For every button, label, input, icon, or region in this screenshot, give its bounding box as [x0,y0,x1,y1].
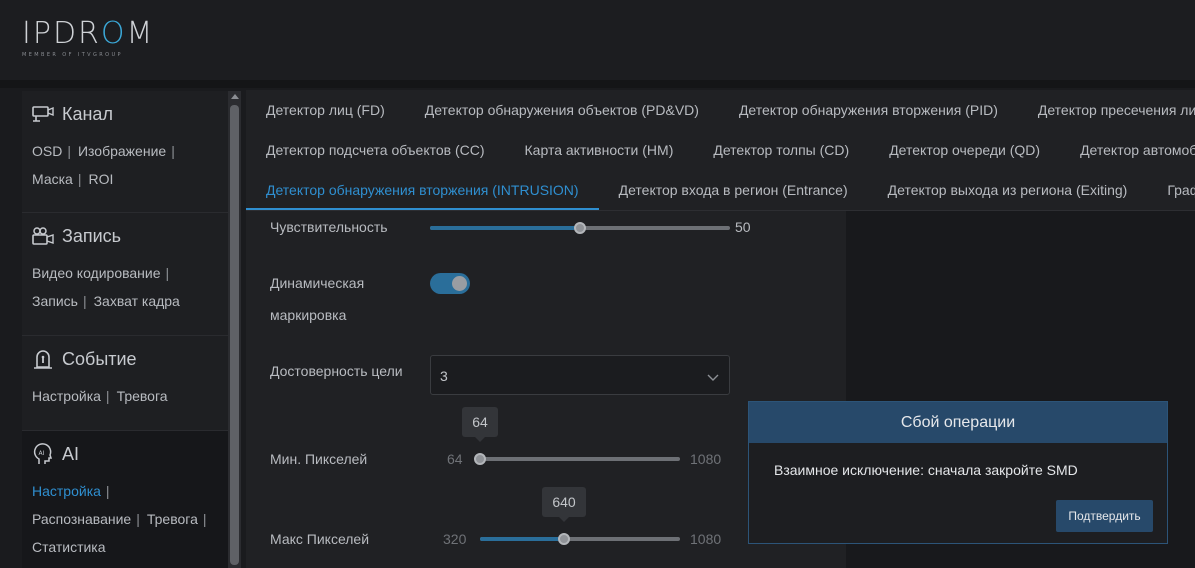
max-pixels-label: Макс Пикселей [270,531,370,547]
sensitivity-value: 50 [735,219,751,235]
sidebar-section-channel: Канал OSD | Изображение | Маска | ROI [22,91,228,213]
tab-intrusion-pid[interactable]: Детектор обнаружения вторжения (PID) [719,90,1018,130]
tab-row-1: Детектор лиц (FD) Детектор обнаружения о… [246,90,1195,130]
sidebar-link-osd[interactable]: OSD [32,143,62,159]
dynamic-marking-label-line1: Динамическая [270,275,365,291]
scroll-up-arrow-icon[interactable] [231,94,239,99]
dialog-message: Взаимное исключение: сначала закройте SM… [774,462,1078,478]
logo-tagline: MEMBER OF ITVGROUP [22,52,123,58]
detector-tabs: Детектор лиц (FD) Детектор обнаружения о… [246,90,1195,211]
sensitivity-slider-fill [430,226,580,230]
ai-head-icon: AI [32,443,54,465]
sidebar-title-channel: Канал [62,103,113,124]
tab-object-detector[interactable]: Детектор обнаружения объектов (PD&VD) [405,90,719,130]
max-pixels-slider-fill [480,537,565,541]
toggle-knob [452,276,467,291]
min-pixels-tooltip: 64 [462,407,498,442]
sidebar-link-video-encoding[interactable]: Видео кодирование [32,265,161,281]
sidebar-title-record: Запись [62,225,122,246]
tab-vehicle[interactable]: Детектор автомоб [1060,130,1195,170]
sidebar-link-roi[interactable]: ROI [88,171,113,187]
confirm-button[interactable]: Подтвердить [1056,500,1153,532]
ipdrom-logo: IPDROM MEMBER OF ITVGROUP [22,16,155,59]
sidebar-link-recording[interactable]: Запись [32,293,78,309]
sensitivity-label: Чувствительность [270,219,388,235]
sidebar-section-ai: AI AI Настройка | Распознавание | Тревога | … [22,431,228,568]
tab-queue[interactable]: Детектор очереди (QD) [869,130,1060,170]
sidebar-link-statistics[interactable]: Статистика [32,539,106,555]
sidebar: Канал OSD | Изображение | Маска | ROI Запись … [22,91,228,568]
sidebar-link-snapshot[interactable]: Захват кадра [94,293,180,309]
video-camera-icon [32,225,54,247]
sidebar-link-event-settings[interactable]: Настройка [32,388,101,404]
dynamic-marking-toggle[interactable] [430,273,470,294]
alarm-icon [32,348,54,370]
sidebar-header-event[interactable]: Событие [22,336,228,382]
chevron-down-icon [707,369,719,387]
top-bar: IPDROM MEMBER OF ITVGROUP [0,0,1195,80]
min-pixels-slider[interactable] [474,453,680,465]
sidebar-header-channel[interactable]: Канал [22,91,228,137]
sidebar-link-ai-alarm[interactable]: Тревога [147,511,198,527]
tab-counting[interactable]: Детектор подсчета объектов (CC) [246,130,505,170]
sidebar-link-image[interactable]: Изображение [78,143,166,159]
tab-line-crossing[interactable]: Детектор пресечения ли [1018,90,1195,130]
tab-crowd[interactable]: Детектор толпы (CD) [693,130,869,170]
sidebar-link-mask[interactable]: Маска [32,171,73,187]
scrollbar-thumb[interactable] [230,105,239,565]
min-pixels-label: Мин. Пикселей [270,451,368,467]
min-pixels-min: 64 [447,451,463,467]
header-divider [0,80,1195,88]
max-pixels-max: 1080 [690,531,722,547]
sidebar-section-event: Событие Настройка | Тревога [22,336,228,431]
camera-icon [32,103,54,125]
sensitivity-slider-handle[interactable] [574,222,586,234]
tab-face-detector[interactable]: Детектор лиц (FD) [246,90,405,130]
tab-row-3: Детектор обнаружения вторжения (INTRUSIO… [246,170,1195,210]
sidebar-title-event: Событие [62,348,137,369]
dialog-title: Сбой операции [749,402,1167,443]
sidebar-title-ai: AI [62,443,80,464]
sidebar-link-ai-settings[interactable]: Настройка [32,483,101,499]
tab-exiting[interactable]: Детектор выхода из региона (Exiting) [868,170,1148,210]
dynamic-marking-label-line2: маркировка [270,307,347,323]
min-pixels-max: 1080 [690,451,722,467]
sensitivity-slider[interactable] [430,222,730,234]
target-confidence-select[interactable]: 3 [430,355,730,395]
sidebar-link-recognition[interactable]: Распознавание [32,511,131,527]
svg-text:AI: AI [39,450,45,457]
tab-more[interactable]: Граф [1147,170,1195,210]
sidebar-header-ai[interactable]: AI AI [22,431,228,477]
tab-entrance[interactable]: Детектор входа в регион (Entrance) [599,170,868,210]
sidebar-header-record[interactable]: Запись [22,213,228,259]
error-dialog: Сбой операции Взаимное исключение: снача… [748,401,1168,544]
tab-row-2: Детектор подсчета объектов (CC) Карта ак… [246,130,1195,170]
max-pixels-min: 320 [443,531,467,547]
max-pixels-tooltip: 640 [542,487,586,522]
sidebar-section-record: Запись Видео кодирование | Запись | Захват … [22,213,228,336]
sidebar-link-event-alarm[interactable]: Тревога [117,388,168,404]
target-confidence-value: 3 [440,368,448,384]
tab-heatmap[interactable]: Карта активности (HM) [505,130,694,170]
sidebar-scrollbar[interactable] [228,91,241,568]
target-confidence-label: Достоверность цели [270,363,403,379]
max-pixels-slider[interactable] [480,533,680,545]
min-pixels-slider-handle[interactable] [474,453,486,465]
tab-intrusion[interactable]: Детектор обнаружения вторжения (INTRUSIO… [246,170,599,210]
